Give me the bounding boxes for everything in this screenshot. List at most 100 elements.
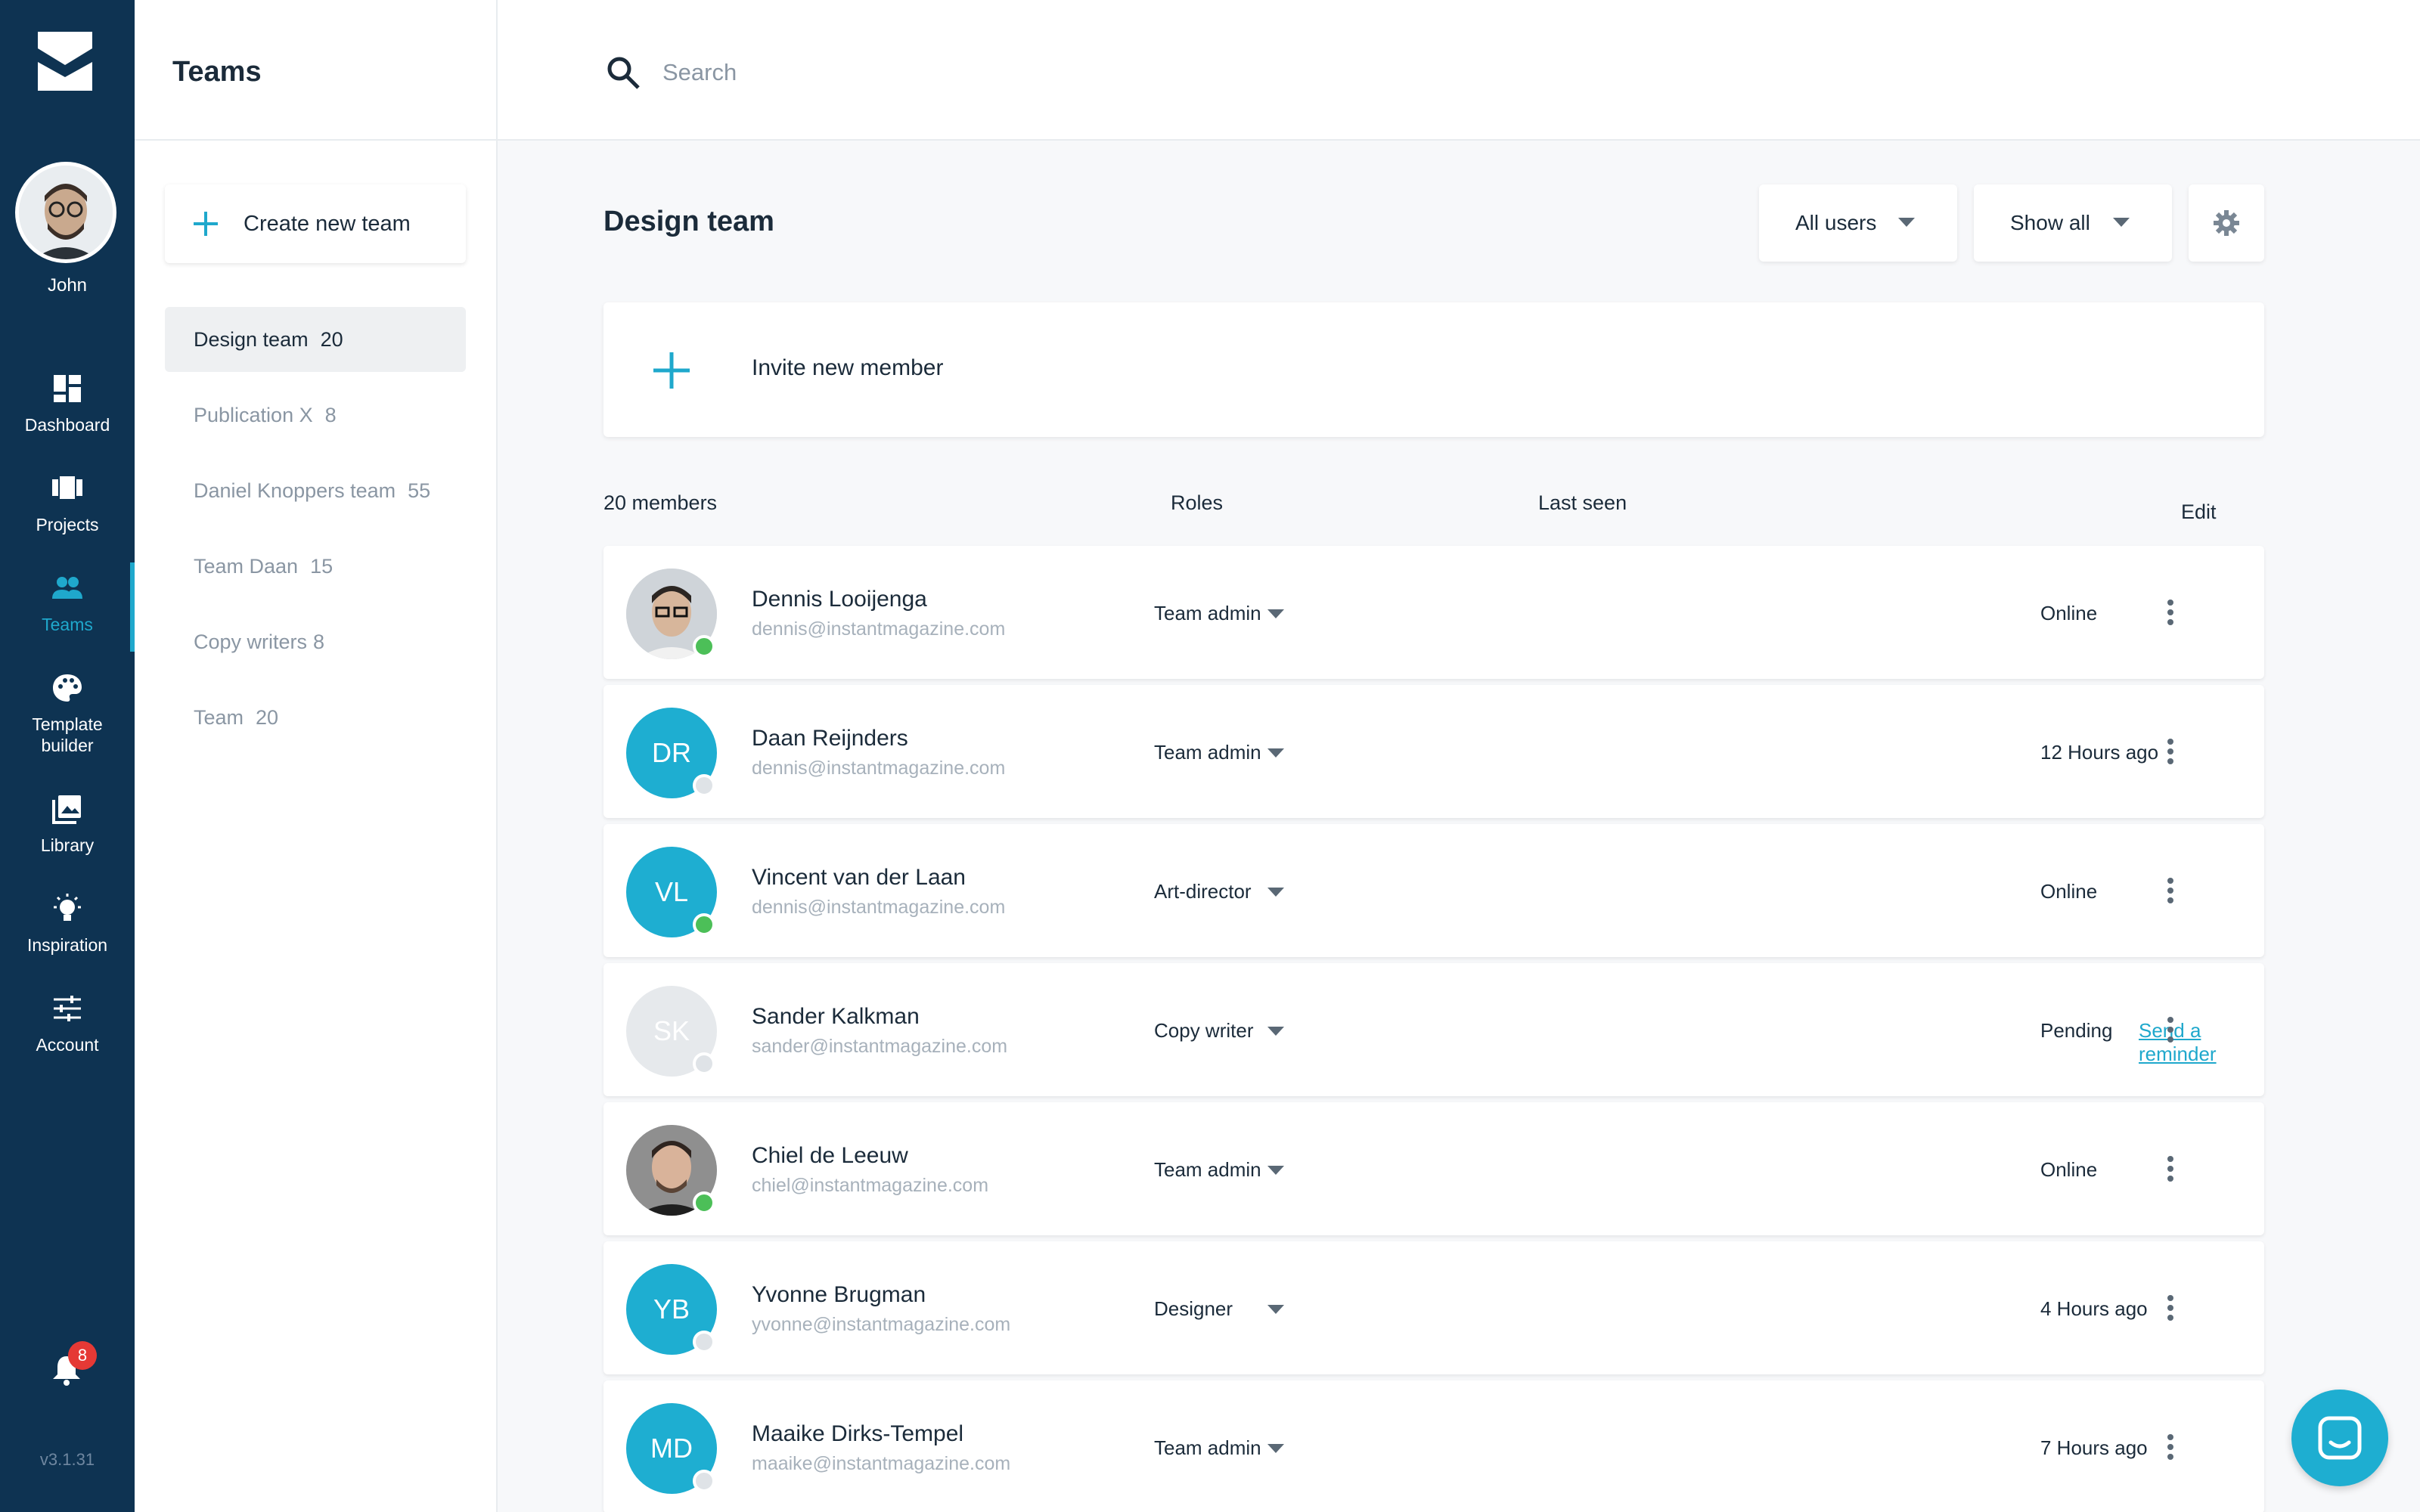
nav-library-label: Library xyxy=(40,835,95,855)
nav-template-builder[interactable]: Template builder xyxy=(0,671,135,762)
member-row[interactable]: VL Vincent van der Laan dennis@instantma… xyxy=(603,824,2264,957)
search-icon[interactable] xyxy=(605,54,641,91)
status-pending-indicator xyxy=(693,1052,715,1075)
member-email: dennis@instantmagazine.com xyxy=(752,897,1006,918)
caret-down-icon xyxy=(2113,218,2130,227)
member-email: yvonne@instantmagazine.com xyxy=(752,1314,1011,1335)
chat-support-button[interactable] xyxy=(2291,1390,2388,1486)
member-name: Maaike Dirks-Tempel xyxy=(752,1421,964,1446)
member-row[interactable]: DR Daan Reijnders dennis@instantmagazine… xyxy=(603,685,2264,818)
more-options-icon[interactable] xyxy=(2154,1430,2187,1464)
member-role-select[interactable]: Copy writer xyxy=(1154,1019,1253,1043)
team-name: Copy writers xyxy=(194,630,308,653)
nav-account-label: Account xyxy=(36,1035,99,1055)
nav-inspiration[interactable]: Inspiration xyxy=(0,892,135,983)
all-users-dropdown[interactable]: All users xyxy=(1759,184,1957,262)
member-last-seen: Pending xyxy=(2040,1019,2113,1042)
last-seen-header: Last seen xyxy=(1538,491,1627,514)
team-name: Team Daan xyxy=(194,554,299,578)
nav-dashboard[interactable]: Dashboard xyxy=(0,372,135,463)
team-item-copy-writers[interactable]: Copy writers 8 xyxy=(165,609,466,674)
member-role-select[interactable]: Team admin xyxy=(1154,1436,1261,1460)
nav-projects[interactable]: Projects xyxy=(0,472,135,562)
more-options-icon[interactable] xyxy=(2154,596,2187,629)
more-options-icon[interactable] xyxy=(2154,1291,2187,1325)
roles-header: Roles xyxy=(1171,491,1224,514)
invite-member-label: Invite new member xyxy=(752,355,944,380)
settings-button[interactable] xyxy=(2189,184,2264,262)
member-row[interactable]: SK Sander Kalkman sander@instantmagazine… xyxy=(603,963,2264,1096)
more-options-icon[interactable] xyxy=(2154,1152,2187,1185)
nav-teams[interactable]: Teams xyxy=(0,572,135,662)
member-role-select[interactable]: Designer xyxy=(1154,1297,1233,1321)
member-role-select[interactable]: Art-director xyxy=(1154,880,1252,903)
nav-dashboard-label: Dashboard xyxy=(24,415,110,435)
user-name: John xyxy=(47,275,88,296)
caret-down-icon[interactable] xyxy=(1267,1166,1284,1175)
teams-panel-header: Teams xyxy=(135,0,498,141)
teams-panel: Teams Create new team Design team 20 Pub… xyxy=(135,0,498,1512)
member-last-seen: Online xyxy=(2040,602,2098,624)
team-name: Design team xyxy=(194,327,309,351)
member-last-seen: 12 Hours ago xyxy=(2040,741,2159,764)
more-options-icon[interactable] xyxy=(2154,1013,2187,1046)
page-title: Design team xyxy=(603,206,774,237)
team-item-daniel-knoppers-team[interactable]: Daniel Knoppers team 55 xyxy=(165,458,466,523)
teams-icon xyxy=(52,577,82,599)
nav-template-builder-label: Template builder xyxy=(32,714,103,755)
member-email: sander@instantmagazine.com xyxy=(752,1036,1008,1057)
caret-down-icon[interactable] xyxy=(1267,609,1284,618)
nav-account[interactable]: Account xyxy=(0,992,135,1083)
member-role-select[interactable]: Team admin xyxy=(1154,1158,1261,1182)
member-role-select[interactable]: Team admin xyxy=(1154,602,1261,625)
search-input[interactable] xyxy=(662,53,1267,92)
member-email: dennis@instantmagazine.com xyxy=(752,758,1006,779)
app-version: v3.1.31 xyxy=(39,1450,95,1469)
team-count: 55 xyxy=(408,479,431,502)
status-offline-indicator xyxy=(693,1470,715,1492)
nav-inspiration-label: Inspiration xyxy=(26,935,108,955)
teams-panel-title: Teams xyxy=(172,56,262,88)
nav-library[interactable]: Library xyxy=(0,792,135,883)
member-row[interactable]: MD Maaike Dirks-Tempel maaike@instantmag… xyxy=(603,1380,2264,1512)
team-item-team-daan[interactable]: Team Daan 15 xyxy=(165,534,466,599)
user-photo xyxy=(19,166,113,259)
team-item-team[interactable]: Team 20 xyxy=(165,685,466,750)
dashboard-icon xyxy=(54,375,81,402)
team-item-design-team[interactable]: Design team 20 xyxy=(165,307,466,372)
caret-down-icon[interactable] xyxy=(1267,1027,1284,1036)
more-options-icon[interactable] xyxy=(2154,874,2187,907)
member-row[interactable]: Dennis Looijenga dennis@instantmagazine.… xyxy=(603,546,2264,679)
logo-icon[interactable] xyxy=(38,32,92,91)
member-name: Dennis Looijenga xyxy=(752,587,927,612)
team-count: 15 xyxy=(310,554,334,578)
user-avatar[interactable] xyxy=(15,162,116,263)
caret-down-icon[interactable] xyxy=(1267,888,1284,897)
caret-down-icon[interactable] xyxy=(1267,748,1284,758)
member-last-seen: 4 Hours ago xyxy=(2040,1297,2148,1320)
member-name: Daan Reijnders xyxy=(752,726,908,751)
status-offline-indicator xyxy=(693,1331,715,1353)
member-name: Chiel de Leeuw xyxy=(752,1143,908,1168)
edit-header: Edit xyxy=(2181,500,2217,523)
create-team-label: Create new team xyxy=(244,211,411,236)
sliders-icon xyxy=(54,996,81,1021)
more-options-icon[interactable] xyxy=(2154,735,2187,768)
main-nav: John Dashboard Projects Teams Template b… xyxy=(0,0,135,1512)
team-item-publication-x[interactable]: Publication X 8 xyxy=(165,383,466,448)
library-icon xyxy=(52,795,81,824)
status-online-indicator xyxy=(693,635,715,658)
invite-member-card[interactable]: Invite new member xyxy=(603,302,2264,437)
member-last-seen: Online xyxy=(2040,1158,2098,1181)
status-online-indicator xyxy=(693,1191,715,1214)
member-row[interactable]: YB Yvonne Brugman yvonne@instantmagazine… xyxy=(603,1241,2264,1374)
create-team-button[interactable]: Create new team xyxy=(165,184,466,263)
caret-down-icon[interactable] xyxy=(1267,1444,1284,1453)
caret-down-icon[interactable] xyxy=(1267,1305,1284,1314)
team-count: 8 xyxy=(313,630,325,653)
member-email: dennis@instantmagazine.com xyxy=(752,618,1006,640)
member-name: Yvonne Brugman xyxy=(752,1282,926,1307)
show-all-dropdown[interactable]: Show all xyxy=(1974,184,2172,262)
member-row[interactable]: Chiel de Leeuw chiel@instantmagazine.com… xyxy=(603,1102,2264,1235)
member-role-select[interactable]: Team admin xyxy=(1154,741,1261,764)
